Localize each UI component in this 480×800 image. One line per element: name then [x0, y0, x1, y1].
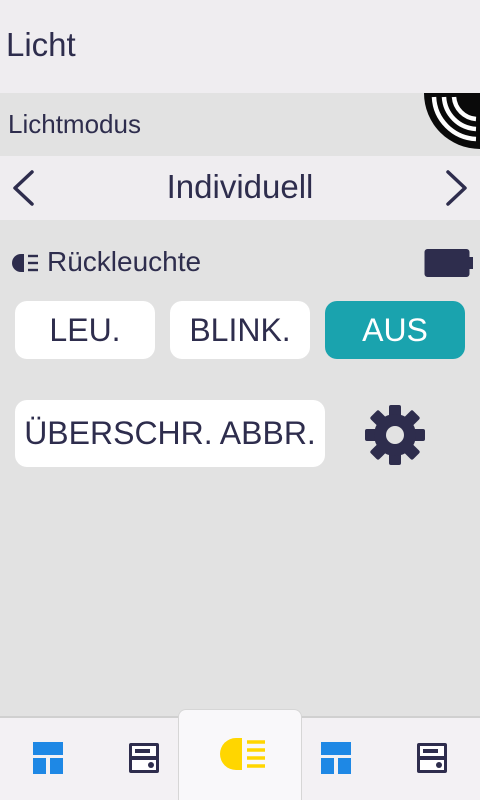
battery-icon — [424, 248, 474, 283]
device-sliders-icon — [128, 742, 160, 779]
headlight-icon — [212, 736, 268, 777]
nav-tab-device-2[interactable] — [384, 718, 480, 800]
gear-icon[interactable] — [364, 404, 426, 466]
rear-lamp-icon — [8, 252, 40, 279]
nav-tab-light[interactable] — [178, 709, 302, 800]
section-bar: Lichtmodus — [0, 93, 480, 156]
blink-button[interactable]: BLINK. — [170, 301, 310, 359]
title-bar: Licht — [0, 0, 480, 93]
device-sliders-icon — [416, 742, 448, 779]
rear-light-label: Rückleuchte — [47, 246, 202, 277]
section-label: Lichtmodus — [8, 109, 141, 139]
nav-tab-layout[interactable] — [0, 718, 96, 800]
leu-button[interactable]: LEU. — [15, 301, 155, 359]
mode-value: Individuell — [166, 168, 314, 205]
panel-layout-icon — [32, 741, 64, 780]
rear-light-row: Rückleuchte — [0, 240, 480, 284]
panel-layout-icon — [320, 741, 352, 780]
aus-button[interactable]: AUS — [325, 301, 465, 359]
page-title: Licht — [6, 26, 76, 63]
bottom-nav — [0, 709, 480, 800]
nav-tab-layout-2[interactable] — [288, 718, 384, 800]
signal-icon — [424, 93, 480, 149]
abbr-button[interactable]: ÜBERSCHR. ABBR. — [15, 400, 325, 467]
mode-selector: Individuell — [0, 156, 480, 220]
chevron-right-icon[interactable] — [436, 168, 476, 208]
